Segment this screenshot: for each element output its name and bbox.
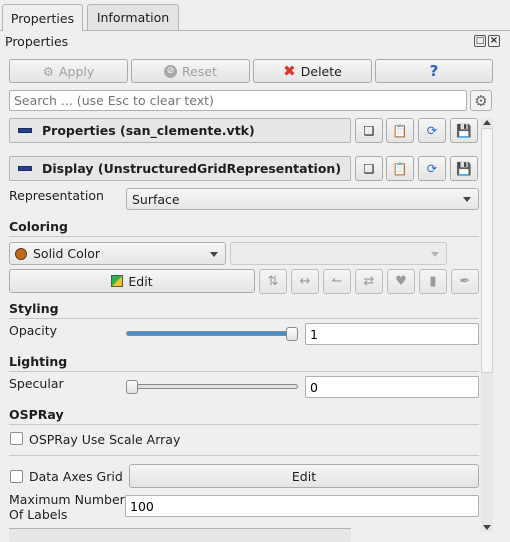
coloring-edit-button[interactable]: Edit: [9, 269, 255, 293]
help-icon: ?: [429, 62, 439, 80]
max-labels-field[interactable]: [125, 495, 479, 517]
opacity-slider-fill: [127, 332, 297, 335]
scrollbar-thumb[interactable]: [481, 128, 493, 373]
save-icon[interactable]: 💾: [450, 118, 478, 143]
styling-heading: Styling: [9, 301, 59, 316]
collapse-icon: [18, 166, 32, 171]
lighting-heading: Lighting: [9, 354, 68, 369]
color-legend-icon[interactable]: ▮: [419, 269, 447, 294]
save-icon[interactable]: 💾: [450, 156, 478, 181]
favorites-icon[interactable]: ♥: [387, 269, 415, 294]
specular-label: Specular: [9, 376, 64, 391]
chevron-down-icon: [463, 197, 471, 202]
refresh-icon[interactable]: ⟳: [418, 118, 446, 143]
panel-title: Properties: [5, 34, 69, 49]
cut-off-row: [9, 528, 351, 542]
copy-icon[interactable]: ❏: [355, 156, 383, 181]
specular-slider[interactable]: [126, 384, 298, 389]
color-map-icon: [111, 275, 124, 287]
ospray-heading: OSPRay: [9, 407, 64, 422]
reset-icon: ⊘: [164, 64, 178, 78]
delete-button[interactable]: ✖ Delete: [253, 59, 372, 83]
ospray-separator: [9, 424, 479, 425]
specular-slider-handle[interactable]: [126, 380, 138, 394]
display-section-header[interactable]: Display (UnstructuredGridRepresentation): [9, 156, 351, 181]
opacity-label: Opacity: [9, 323, 58, 338]
paste-icon[interactable]: 📋: [386, 118, 414, 143]
delete-label: Delete: [300, 63, 342, 79]
edit-annotations-icon[interactable]: ✒: [451, 269, 479, 294]
opacity-slider-handle[interactable]: [286, 327, 298, 341]
refresh-icon[interactable]: ⟳: [418, 156, 446, 181]
apply-button[interactable]: ⚙ Apply: [9, 59, 128, 83]
ospray-bottom-separator: [9, 455, 479, 456]
data-axes-grid-label: Data Axes Grid: [29, 469, 123, 484]
copy-icon[interactable]: ❏: [355, 118, 383, 143]
data-axes-grid-edit-label: Edit: [291, 468, 317, 484]
coloring-component-select[interactable]: [230, 242, 447, 265]
specular-field[interactable]: [305, 376, 479, 398]
chevron-down-icon: [431, 251, 439, 257]
paste-icon[interactable]: 📋: [386, 156, 414, 181]
apply-icon: ⚙: [42, 63, 54, 79]
properties-section-header[interactable]: Properties (san_clemente.vtk): [9, 118, 351, 143]
rescale-custom-icon[interactable]: ↼: [323, 269, 351, 294]
reset-label: Reset: [182, 63, 217, 79]
rescale-temporal-icon[interactable]: ⇄: [355, 269, 383, 294]
representation-label: Representation: [9, 188, 104, 203]
scrollbar-track[interactable]: [481, 118, 493, 532]
coloring-separator: [9, 236, 479, 237]
scroll-down-arrow[interactable]: [483, 525, 491, 530]
properties-section-title: Properties (san_clemente.vtk): [42, 123, 255, 138]
help-button[interactable]: ?: [375, 59, 493, 83]
data-axes-grid-edit-button[interactable]: Edit: [129, 464, 479, 488]
collapse-icon: [18, 128, 32, 133]
data-axes-grid-checkbox[interactable]: [10, 470, 23, 483]
styling-separator: [9, 318, 479, 319]
solid-color-swatch-icon: [15, 247, 27, 260]
apply-label: Apply: [58, 63, 95, 79]
opacity-field[interactable]: [305, 323, 479, 345]
max-labels-label-line1: Maximum Number: [9, 492, 125, 507]
coloring-value: Solid Color: [33, 246, 101, 261]
rescale-range-icon[interactable]: ↔: [291, 269, 319, 294]
gear-icon[interactable]: ⚙: [470, 90, 492, 111]
rescale-icon[interactable]: ⇅: [259, 269, 287, 294]
lighting-separator: [9, 371, 479, 372]
ospray-scale-array-checkbox[interactable]: [10, 432, 23, 445]
tab-information[interactable]: Information: [87, 4, 179, 30]
reset-button[interactable]: ⊘ Reset: [131, 59, 250, 83]
opacity-slider[interactable]: [126, 331, 298, 336]
coloring-heading: Coloring: [9, 219, 68, 234]
coloring-edit-label: Edit: [128, 273, 153, 289]
close-icon[interactable]: ×: [488, 35, 500, 47]
float-icon[interactable]: □: [474, 35, 486, 47]
search-input[interactable]: [9, 90, 467, 111]
chevron-down-icon: [210, 251, 218, 257]
display-section-title: Display (UnstructuredGridRepresentation): [42, 161, 342, 176]
representation-select[interactable]: Surface: [126, 188, 479, 210]
representation-value: Surface: [132, 191, 180, 207]
max-labels-label-line2: Of Labels: [9, 507, 68, 522]
tab-properties[interactable]: Properties: [2, 4, 83, 31]
coloring-select[interactable]: Solid Color: [9, 242, 226, 265]
delete-x-icon: ✖: [283, 62, 296, 80]
ospray-scale-array-label: OSPRay Use Scale Array: [29, 432, 181, 447]
scroll-up-arrow[interactable]: [483, 120, 491, 125]
